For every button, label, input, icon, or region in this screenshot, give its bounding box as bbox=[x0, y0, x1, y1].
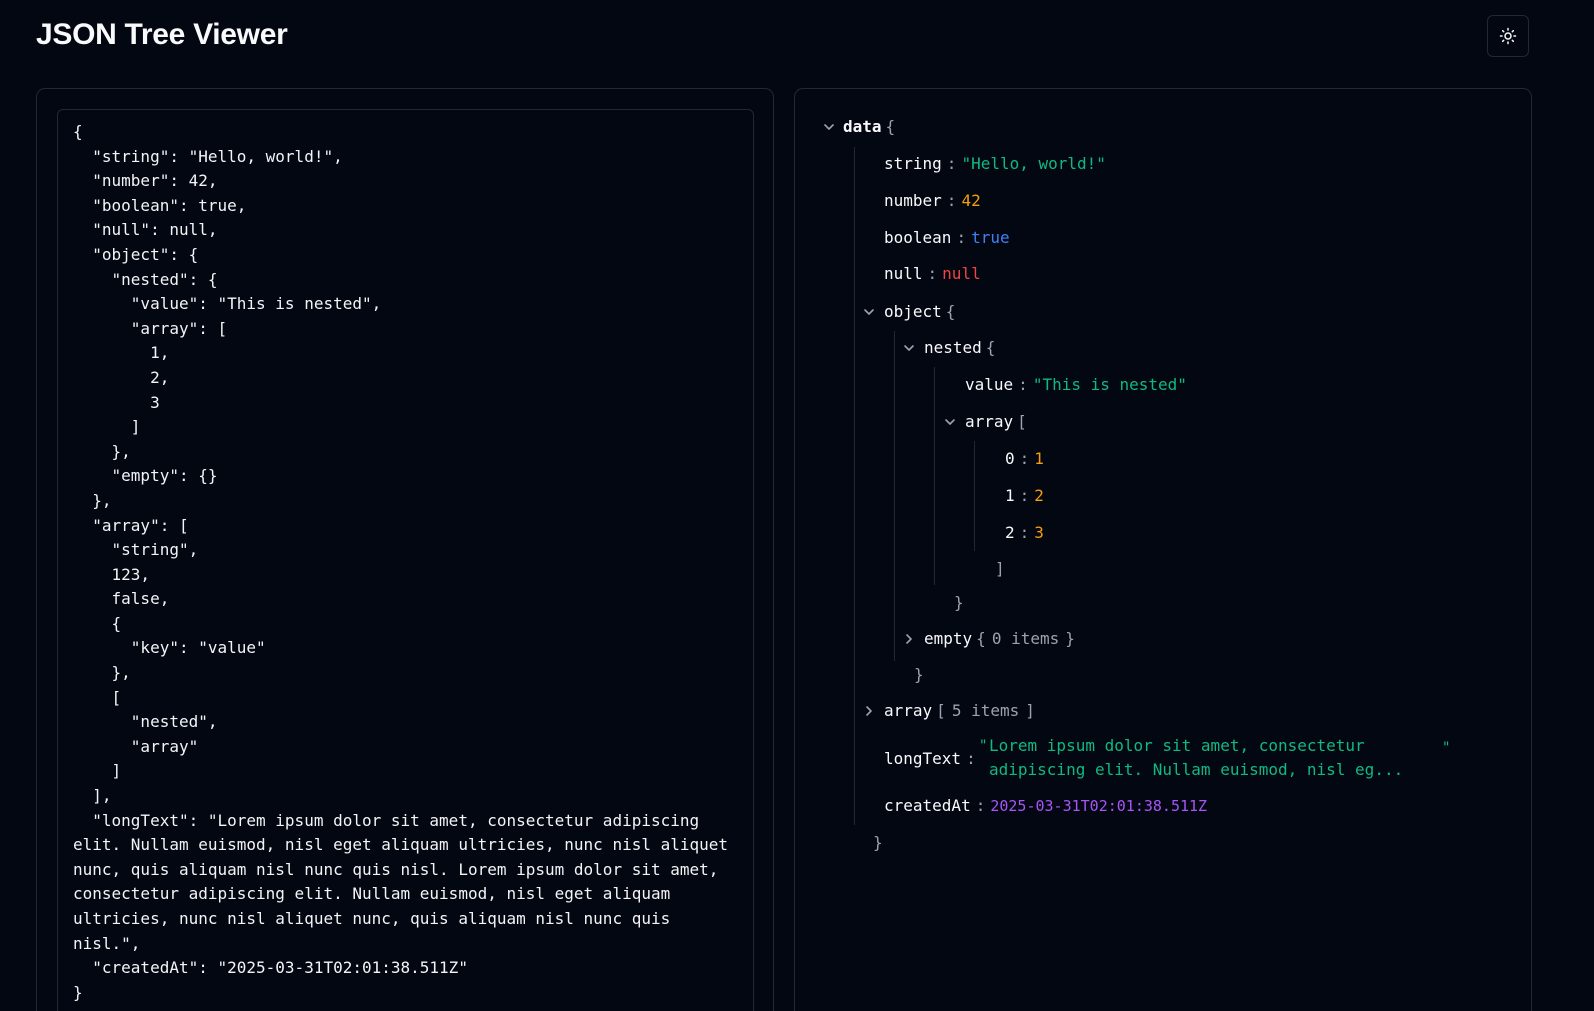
tree-key: 0 bbox=[1005, 449, 1015, 468]
tree-value-number: 1 bbox=[1034, 449, 1044, 468]
tree-colon: : bbox=[946, 154, 957, 173]
tree-colon: : bbox=[956, 228, 967, 247]
chevron-down-icon[interactable] bbox=[822, 115, 836, 139]
tree-close-brace: } bbox=[954, 591, 964, 615]
chevron-down-icon[interactable] bbox=[943, 410, 957, 434]
tree-open-bracket: [ bbox=[936, 701, 946, 720]
tree-node-createdat: createdAt:2025-03-31T02:01:38.511Z bbox=[884, 794, 1207, 818]
tree-colon: : bbox=[1018, 375, 1028, 394]
tree-guide-line bbox=[934, 367, 935, 585]
tree-key: empty bbox=[924, 629, 973, 648]
tree-key: 2 bbox=[1005, 523, 1015, 542]
tree-key: number bbox=[884, 191, 942, 210]
tree-value-number: 2 bbox=[1034, 486, 1044, 505]
tree-key: createdAt bbox=[884, 796, 971, 815]
tree-node-nested-array[interactable]: array[ bbox=[943, 410, 1027, 434]
json-tree: data{ string: "Hello, world!" number:42 b… bbox=[0, 0, 1450, 938]
tree-node-array-item: 0:1 bbox=[1005, 447, 1044, 471]
tree-value-number: 42 bbox=[961, 191, 981, 210]
tree-guide-line bbox=[894, 331, 895, 661]
tree-node-array-item: 2:3 bbox=[1005, 521, 1044, 545]
tree-key: array bbox=[965, 412, 1014, 431]
tree-node-array-item: 1:2 bbox=[1005, 484, 1044, 508]
tree-close-quote: " bbox=[1442, 740, 1451, 756]
tree-close-brace: } bbox=[914, 663, 924, 687]
tree-node-boolean: boolean: true bbox=[884, 226, 1010, 250]
tree-open-brace: { bbox=[976, 629, 986, 648]
chevron-right-icon[interactable] bbox=[902, 627, 916, 651]
tree-close-brace: } bbox=[873, 831, 883, 855]
tree-open-brace: { bbox=[985, 338, 996, 357]
tree-key: data bbox=[843, 117, 882, 136]
tree-node-data[interactable]: data{ bbox=[822, 115, 895, 139]
tree-item-count: 5 items bbox=[951, 701, 1020, 720]
tree-key: longText bbox=[884, 749, 962, 768]
tree-item-count: 0 items bbox=[991, 629, 1060, 648]
tree-key: array bbox=[884, 701, 933, 720]
tree-open-brace: { bbox=[945, 302, 956, 321]
tree-open-quote: " bbox=[979, 738, 988, 754]
tree-value-string: "This is nested" bbox=[1032, 375, 1187, 394]
chevron-right-icon[interactable] bbox=[862, 699, 876, 723]
tree-close-bracket: ] bbox=[1025, 701, 1035, 720]
tree-node-array[interactable]: array[5 items] bbox=[862, 699, 1035, 723]
tree-close-brace-text: } bbox=[873, 833, 883, 852]
chevron-down-icon[interactable] bbox=[862, 300, 876, 324]
tree-colon: : bbox=[1019, 523, 1030, 542]
tree-key: value bbox=[965, 375, 1014, 394]
tree-guide-line bbox=[854, 147, 855, 825]
theme-toggle-button[interactable] bbox=[1487, 15, 1529, 57]
tree-value-number: 3 bbox=[1034, 523, 1044, 542]
tree-colon: : bbox=[927, 264, 938, 283]
tree-close-brace-text: } bbox=[954, 593, 964, 612]
tree-key: null bbox=[884, 264, 923, 283]
tree-guide-line bbox=[974, 441, 975, 551]
tree-key: 1 bbox=[1005, 486, 1015, 505]
tree-close-brace: } bbox=[1065, 629, 1075, 648]
tree-node-number: number:42 bbox=[884, 189, 981, 213]
tree-node-string: string: "Hello, world!" bbox=[884, 152, 1106, 176]
tree-key: object bbox=[884, 302, 942, 321]
tree-node-nested[interactable]: nested{ bbox=[902, 336, 995, 360]
tree-colon: : bbox=[966, 749, 976, 768]
tree-colon: : bbox=[946, 191, 957, 210]
tree-open-bracket: [ bbox=[1017, 412, 1027, 431]
tree-value-boolean: true bbox=[971, 228, 1010, 247]
tree-open-brace: { bbox=[885, 117, 896, 136]
sun-icon bbox=[1499, 27, 1517, 45]
tree-value-string: "Hello, world!" bbox=[961, 154, 1106, 173]
tree-key: boolean bbox=[884, 228, 952, 247]
tree-node-longtext: longText: bbox=[884, 747, 981, 771]
tree-node-empty[interactable]: empty{0 items} bbox=[902, 627, 1075, 651]
tree-close-bracket: ] bbox=[995, 557, 1005, 581]
chevron-down-icon[interactable] bbox=[902, 336, 916, 360]
tree-colon: : bbox=[1019, 486, 1030, 505]
tree-colon: : bbox=[1019, 449, 1030, 468]
tree-node-value: value: "This is nested" bbox=[965, 373, 1187, 397]
tree-key: nested bbox=[924, 338, 982, 357]
tree-node-object[interactable]: object{ bbox=[862, 300, 955, 324]
tree-value-null: null bbox=[942, 264, 981, 283]
tree-value-longtext: Lorem ipsum dolor sit amet, consectetur … bbox=[989, 736, 1404, 779]
tree-value-date: 2025-03-31T02:01:38.511Z bbox=[990, 797, 1208, 815]
tree-close-brace-text: } bbox=[914, 665, 924, 684]
tree-colon: : bbox=[975, 796, 986, 815]
tree-node-null: null: null bbox=[884, 262, 981, 286]
tree-key: string bbox=[884, 154, 942, 173]
tree-close-bracket-text: ] bbox=[995, 559, 1005, 578]
